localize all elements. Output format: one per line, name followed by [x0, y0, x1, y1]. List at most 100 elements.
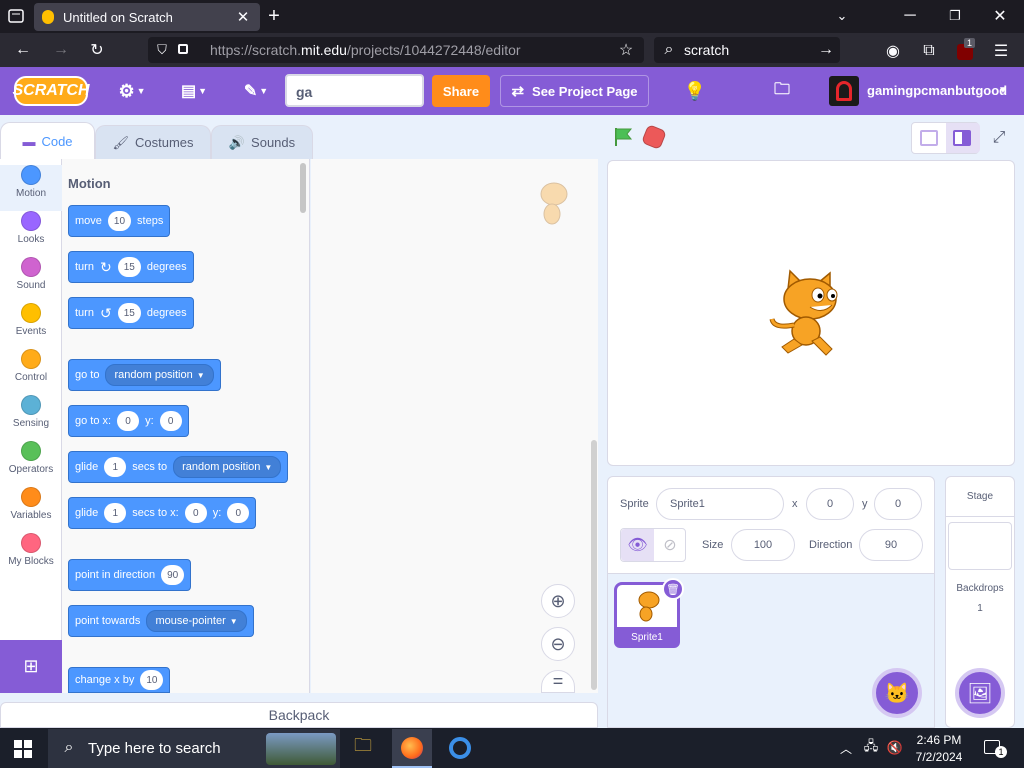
y-position-input[interactable]: 0 [874, 488, 922, 520]
ublock-extension-icon[interactable]: 1 [954, 38, 976, 62]
chevron-down-icon[interactable]: ⌄ [832, 6, 852, 26]
shield-icon[interactable]: ⛉ [154, 41, 170, 59]
firefox-taskbar-button[interactable] [392, 729, 432, 768]
green-flag-icon[interactable] [612, 126, 634, 148]
scratch-logo[interactable]: SCRATCH [12, 76, 90, 106]
reload-icon[interactable]: ↻ [86, 39, 108, 61]
sprite-name-input[interactable]: Sprite1 [656, 488, 784, 520]
glide-target-dropdown[interactable]: random position ▼ [173, 456, 282, 478]
normal-stage-button[interactable] [946, 123, 980, 153]
category-events[interactable]: Events [0, 303, 62, 349]
browser-search-field[interactable]: ⌕ scratch → [654, 37, 840, 63]
steps-input[interactable]: 10 [107, 211, 132, 231]
category-sensing[interactable]: Sensing [0, 395, 62, 441]
bookmark-star-icon[interactable]: ☆ [616, 40, 636, 60]
url-text[interactable]: https://scratch.mit.edu/projects/1044272… [210, 42, 521, 58]
cat-sprite-icon[interactable] [768, 269, 858, 361]
block-glide-to[interactable]: glide 1 secs to random position ▼ [68, 451, 289, 483]
category-sound[interactable]: Sound [0, 257, 62, 303]
category-my-blocks[interactable]: My Blocks [0, 533, 62, 579]
change-x-input[interactable]: 10 [140, 670, 164, 690]
x-position-input[interactable]: 0 [806, 488, 854, 520]
extensions-icon[interactable]: ⧉ [918, 40, 940, 62]
browser-tab[interactable]: Untitled on Scratch ✕ [34, 3, 260, 31]
workspace-scrollbar[interactable] [591, 440, 597, 690]
degrees-input[interactable]: 15 [117, 303, 141, 323]
block-point-towards[interactable]: point towards mouse-pointer ▼ [68, 605, 254, 637]
go-arrow-icon[interactable]: → [816, 40, 836, 60]
category-control[interactable]: Control [0, 349, 62, 395]
username[interactable]: gamingpcmanbutgood [867, 83, 1007, 98]
windows-start-icon[interactable] [14, 740, 32, 758]
x-input[interactable]: 0 [184, 503, 207, 523]
network-icon[interactable]: 🖧 [862, 738, 880, 758]
zoom-in-icon[interactable]: ⊕ [541, 584, 575, 618]
share-button[interactable]: Share [432, 75, 490, 107]
show-eye-icon[interactable]: 👁 [621, 529, 654, 561]
secs-input[interactable]: 1 [104, 503, 127, 523]
clock-date[interactable]: 7/2/2024 [912, 750, 966, 764]
close-tab-icon[interactable]: ✕ [234, 7, 252, 27]
minimize-icon[interactable]: ─ [900, 6, 920, 26]
see-project-page-button[interactable]: ⇄ See Project Page [500, 75, 649, 107]
forward-arrow-icon[interactable]: → [50, 39, 72, 61]
hide-eye-icon[interactable]: ⊘ [654, 529, 686, 561]
secs-input[interactable]: 1 [104, 457, 127, 477]
goto-target-dropdown[interactable]: random position ▼ [105, 364, 214, 386]
user-avatar[interactable] [829, 76, 859, 106]
block-turn-left[interactable]: turn ↺ 15 degrees [68, 297, 194, 329]
block-go-to[interactable]: go to random position ▼ [68, 359, 221, 391]
block-move-steps[interactable]: move 10 steps [68, 205, 171, 237]
x-input[interactable]: 0 [117, 411, 140, 431]
block-change-x[interactable]: change x by 10 [68, 667, 171, 693]
fullscreen-icon[interactable]: ⤢ [986, 125, 1012, 151]
taskbar-search-box[interactable]: ⌕ Type here to search [48, 729, 340, 768]
url-bar[interactable]: ⛉ https://scratch.mit.edu/projects/10442… [148, 37, 644, 63]
category-looks[interactable]: Looks [0, 211, 62, 257]
file-menu-icon[interactable]: ▤ ▼ [176, 79, 212, 103]
tab-code[interactable]: ▬ Code [0, 122, 95, 160]
lock-icon[interactable] [178, 44, 188, 54]
category-operators[interactable]: Operators [0, 441, 62, 487]
degrees-input[interactable]: 15 [117, 257, 141, 277]
stage-canvas[interactable] [607, 160, 1015, 466]
tab-list-icon[interactable] [6, 6, 26, 26]
account-icon[interactable]: ◉ [882, 40, 904, 62]
palette-scrollbar[interactable] [300, 163, 306, 213]
restore-icon[interactable]: ❐ [945, 6, 965, 26]
project-title-input[interactable]: ga [285, 74, 424, 107]
lightbulb-icon[interactable]: 💡 [682, 78, 708, 104]
new-tab-icon[interactable]: + [264, 5, 284, 27]
tab-costumes[interactable]: 🖌 Costumes [95, 125, 211, 159]
y-input[interactable]: 0 [227, 503, 250, 523]
delete-sprite-trash-icon[interactable]: 🗑 [662, 578, 684, 600]
block-glide-xy[interactable]: glide 1 secs to x: 0 y: 0 [68, 497, 257, 529]
small-stage-icon[interactable] [920, 130, 938, 146]
tray-chevron-up-icon[interactable]: ︿ [838, 738, 854, 758]
add-sprite-cat-icon[interactable]: 🐱 [872, 668, 922, 718]
towards-dropdown[interactable]: mouse-pointer ▼ [146, 610, 247, 632]
file-explorer-icon[interactable]: 🗀 [350, 735, 376, 760]
category-motion[interactable]: Motion [0, 165, 62, 211]
y-input[interactable]: 0 [159, 411, 182, 431]
block-point-direction[interactable]: point in direction 90 [68, 559, 192, 591]
tab-sounds[interactable]: 🔊 Sounds [211, 125, 313, 159]
size-input[interactable]: 100 [731, 529, 795, 561]
block-turn-right[interactable]: turn ↻ 15 degrees [68, 251, 194, 283]
folder-icon[interactable]: 🗀 [768, 78, 796, 104]
add-extension-button[interactable]: ⊞ [0, 640, 62, 693]
settings-gear-icon[interactable]: ⚙ ▼ [114, 79, 150, 103]
back-arrow-icon[interactable]: ← [12, 39, 34, 61]
browser-app-icon[interactable] [449, 737, 471, 759]
edit-menu-pencil-icon[interactable]: ✎ ▼ [238, 79, 274, 103]
direction-input[interactable]: 90 [161, 565, 185, 585]
category-variables[interactable]: Variables [0, 487, 62, 533]
volume-muted-icon[interactable]: 🔇 [886, 738, 904, 758]
backdrop-thumbnail[interactable] [948, 522, 1012, 570]
direction-input[interactable]: 90 [859, 529, 923, 561]
block-go-to-xy[interactable]: go to x: 0 y: 0 [68, 405, 189, 437]
backpack[interactable]: Backpack [0, 702, 598, 728]
add-backdrop-icon[interactable]: 🖼 [955, 668, 1005, 718]
close-window-icon[interactable]: ✕ [990, 6, 1010, 26]
clock-time[interactable]: 2:46 PM [912, 733, 966, 747]
